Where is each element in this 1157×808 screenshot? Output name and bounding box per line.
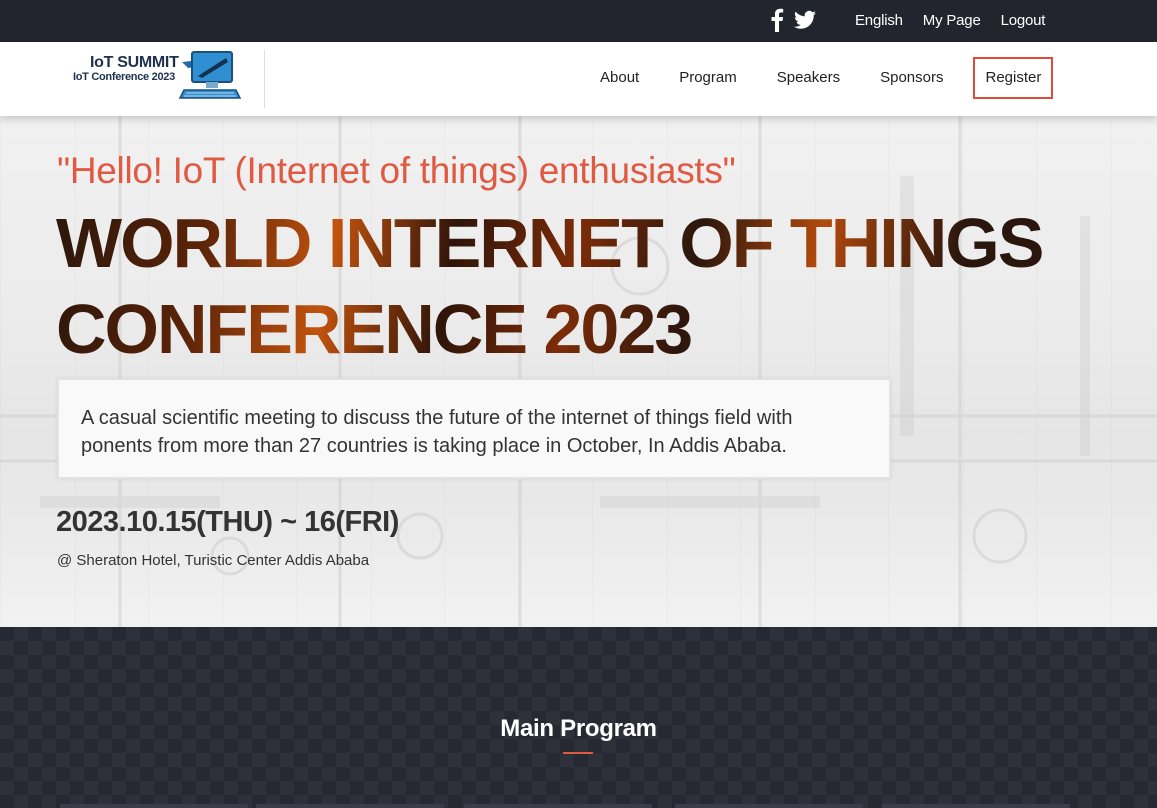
social-links	[770, 8, 816, 37]
facebook-icon[interactable]	[770, 8, 784, 37]
nav-sponsors[interactable]: Sponsors	[860, 57, 963, 99]
nav-about[interactable]: About	[580, 57, 659, 99]
logo-subtitle: IoT Conference 2023	[73, 71, 175, 83]
main-program-section: Main Program	[0, 627, 1157, 808]
register-button[interactable]: Register	[973, 57, 1054, 99]
hero-tagline: "Hello! IoT (Internet of things) enthusi…	[57, 150, 736, 191]
program-card-edge	[60, 804, 248, 808]
hero-description: A casual scientific meeting to discuss t…	[81, 407, 793, 457]
program-card-edge	[675, 804, 863, 808]
hero-section: "Hello! IoT (Internet of things) enthusi…	[0, 116, 1157, 627]
program-card-edge	[464, 804, 652, 808]
main-navbar: IoT SUMMIT IoT Conference 2023 About Pro…	[0, 42, 1157, 116]
logout-link[interactable]: Logout	[1001, 12, 1046, 29]
top-links: English My Page Logout	[855, 12, 1045, 29]
hero-description-box: A casual scientific meeting to discuss t…	[57, 378, 891, 479]
logo-title: IoT SUMMIT	[90, 54, 179, 71]
computer-logo-icon	[178, 51, 242, 99]
hero-title-line-1: WORLD INTERNET OF THINGS	[56, 204, 1043, 282]
language-link[interactable]: English	[855, 12, 903, 29]
section-title: Main Program	[500, 715, 657, 742]
primary-nav: About Program Speakers Sponsors Register	[580, 57, 1054, 99]
twitter-icon[interactable]	[794, 10, 816, 35]
title-underline	[563, 752, 593, 754]
event-date: 2023.10.15(THU) ~ 16(FRI)	[56, 506, 399, 538]
program-card-edge	[256, 804, 444, 808]
site-logo[interactable]: IoT SUMMIT IoT Conference 2023	[70, 50, 265, 108]
my-page-link[interactable]: My Page	[923, 12, 981, 29]
top-bar: English My Page Logout	[0, 0, 1157, 42]
program-cards-top	[0, 804, 1157, 808]
nav-program[interactable]: Program	[659, 57, 757, 99]
hero-title: WORLD INTERNET OF THINGS CONFERENCE 2023	[56, 200, 1042, 372]
nav-speakers[interactable]: Speakers	[757, 57, 860, 99]
event-venue: @ Sheraton Hotel, Turistic Center Addis …	[57, 552, 370, 569]
hero-title-line-2: CONFERENCE 2023	[56, 290, 692, 368]
program-card-edge	[882, 804, 1070, 808]
